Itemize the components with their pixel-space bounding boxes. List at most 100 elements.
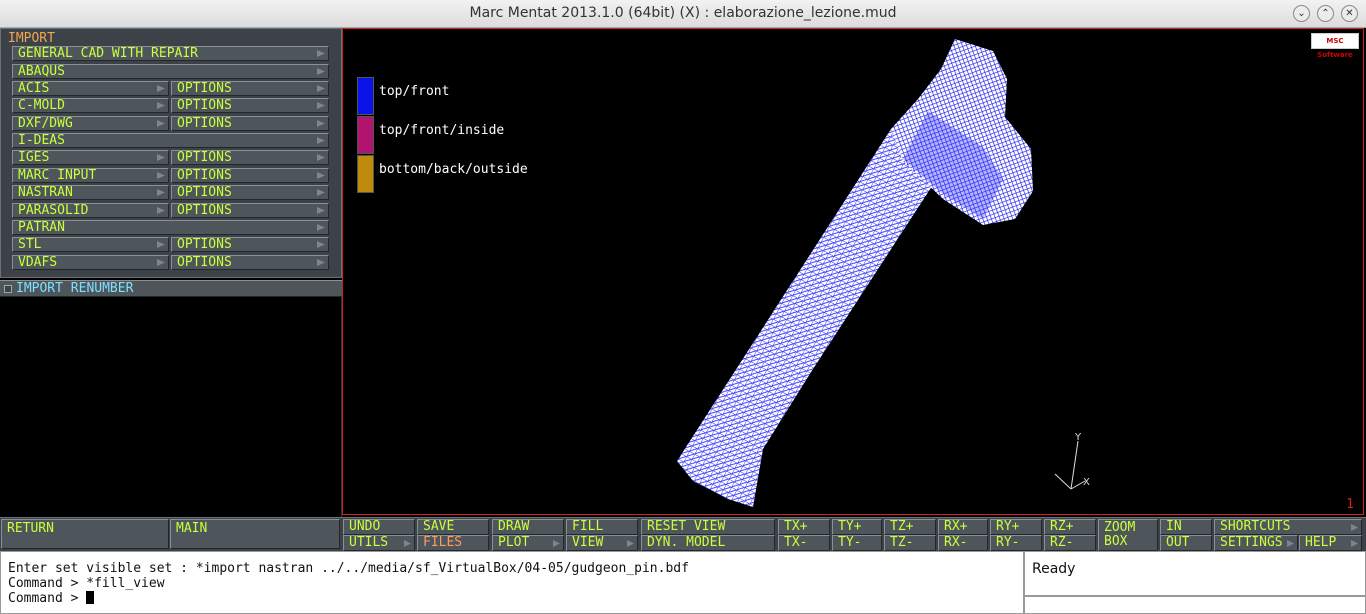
parasolid-label: PARASOLID bbox=[18, 203, 89, 218]
submenu-arrow-icon bbox=[553, 540, 560, 547]
tz-minus-label: TZ- bbox=[890, 535, 914, 550]
graphics-viewport[interactable]: MSC Software top/front top/front/inside … bbox=[342, 28, 1364, 515]
view-button[interactable]: VIEW bbox=[566, 535, 638, 551]
tx-minus-button[interactable]: TX- bbox=[778, 535, 830, 551]
stl-options-button[interactable]: OPTIONS bbox=[171, 237, 329, 252]
general-cad-button[interactable]: GENERAL CAD WITH REPAIR bbox=[12, 46, 329, 61]
marc-input-options-button[interactable]: OPTIONS bbox=[171, 168, 329, 183]
command-console[interactable]: Enter set visible set : *import nastran … bbox=[0, 551, 1024, 614]
tx-plus-button[interactable]: TX+ bbox=[778, 519, 830, 535]
nastran-button[interactable]: NASTRAN bbox=[12, 185, 169, 200]
zoom-in-button[interactable]: IN bbox=[1160, 519, 1212, 535]
stl-button[interactable]: STL bbox=[12, 237, 169, 252]
vdafs-label: VDAFS bbox=[18, 255, 58, 270]
view-number: 1 bbox=[1346, 497, 1354, 512]
shortcuts-button[interactable]: SHORTCUTS bbox=[1214, 519, 1362, 535]
ry-minus-button[interactable]: RY- bbox=[990, 535, 1042, 551]
ty-plus-label: TY+ bbox=[838, 519, 862, 534]
maximize-icon[interactable]: ⌃ bbox=[1317, 5, 1334, 22]
dyn-model-button[interactable]: DYN. MODEL bbox=[641, 535, 775, 551]
rx-plus-label: RX+ bbox=[944, 519, 968, 534]
acis-options-button[interactable]: OPTIONS bbox=[171, 81, 329, 96]
undo-label: UNDO bbox=[349, 519, 381, 534]
left-empty-area bbox=[0, 297, 342, 517]
nastran-options-button[interactable]: OPTIONS bbox=[171, 185, 329, 200]
zoom-out-button[interactable]: OUT bbox=[1160, 535, 1212, 551]
shortcuts-label: SHORTCUTS bbox=[1220, 519, 1291, 534]
ideas-button[interactable]: I-DEAS bbox=[12, 133, 329, 148]
rx-plus-button[interactable]: RX+ bbox=[938, 519, 988, 535]
axis-triad bbox=[1054, 440, 1086, 490]
main-button[interactable]: MAIN bbox=[170, 519, 340, 549]
iges-options-button[interactable]: OPTIONS bbox=[171, 150, 329, 165]
parasolid-button[interactable]: PARASOLID bbox=[12, 203, 169, 218]
abaqus-button[interactable]: ABAQUS bbox=[12, 64, 329, 79]
marc-input-button[interactable]: MARC INPUT bbox=[12, 168, 169, 183]
rz-minus-button[interactable]: RZ- bbox=[1044, 535, 1096, 551]
settings-button[interactable]: SETTINGS bbox=[1214, 535, 1298, 551]
options-label: OPTIONS bbox=[177, 150, 232, 165]
submenu-arrow-icon bbox=[317, 68, 325, 75]
import-renumber-toggle[interactable]: IMPORT RENUMBER bbox=[0, 280, 342, 297]
submenu-arrow-icon bbox=[317, 207, 325, 214]
options-label: OPTIONS bbox=[177, 203, 232, 218]
ty-minus-button[interactable]: TY- bbox=[832, 535, 882, 551]
submenu-arrow-icon bbox=[157, 120, 165, 127]
submenu-arrow-icon bbox=[157, 154, 165, 161]
return-label: RETURN bbox=[7, 521, 54, 536]
dxf-options-button[interactable]: OPTIONS bbox=[171, 116, 329, 131]
rz-plus-button[interactable]: RZ+ bbox=[1044, 519, 1096, 535]
mesh-model: Y X bbox=[677, 39, 1090, 507]
ty-plus-button[interactable]: TY+ bbox=[832, 519, 882, 535]
zoom-box-label: ZOOM BOX bbox=[1104, 520, 1136, 549]
general-cad-label: GENERAL CAD WITH REPAIR bbox=[18, 46, 199, 61]
plot-label: PLOT bbox=[498, 535, 530, 550]
acis-button[interactable]: ACIS bbox=[12, 81, 169, 96]
rx-minus-button[interactable]: RX- bbox=[938, 535, 988, 551]
cmold-button[interactable]: C-MOLD bbox=[12, 98, 169, 113]
submenu-arrow-icon bbox=[157, 241, 165, 248]
options-label: OPTIONS bbox=[177, 116, 232, 131]
utils-button[interactable]: UTILS bbox=[343, 535, 415, 551]
tz-minus-button[interactable]: TZ- bbox=[884, 535, 936, 551]
draw-button[interactable]: DRAW bbox=[492, 519, 564, 535]
parasolid-options-button[interactable]: OPTIONS bbox=[171, 203, 329, 218]
rz-minus-label: RZ- bbox=[1050, 535, 1074, 550]
files-label: FILES bbox=[423, 535, 463, 550]
options-label: OPTIONS bbox=[177, 168, 232, 183]
dxf-label: DXF/DWG bbox=[18, 116, 73, 131]
submenu-arrow-icon bbox=[1351, 524, 1358, 531]
cmold-options-button[interactable]: OPTIONS bbox=[171, 98, 329, 113]
help-button[interactable]: HELP bbox=[1299, 535, 1362, 551]
undo-button[interactable]: UNDO bbox=[343, 519, 415, 535]
ry-plus-button[interactable]: RY+ bbox=[990, 519, 1042, 535]
minimize-icon[interactable]: ⌄ bbox=[1293, 5, 1310, 22]
ideas-label: I-DEAS bbox=[18, 133, 65, 148]
save-button[interactable]: SAVE bbox=[417, 519, 489, 535]
vdafs-button[interactable]: VDAFS bbox=[12, 255, 169, 270]
status-secondary bbox=[1024, 596, 1366, 614]
ry-minus-label: RY- bbox=[996, 535, 1020, 550]
return-button[interactable]: RETURN bbox=[1, 519, 169, 549]
mesh-shaft bbox=[677, 129, 943, 507]
dxf-button[interactable]: DXF/DWG bbox=[12, 116, 169, 131]
cmold-label: C-MOLD bbox=[18, 98, 65, 113]
options-label: OPTIONS bbox=[177, 98, 232, 113]
patran-label: PATRAN bbox=[18, 220, 65, 235]
options-label: OPTIONS bbox=[177, 237, 232, 252]
import-menu-panel: IMPORT GENERAL CAD WITH REPAIR ABAQUS AC… bbox=[0, 28, 342, 278]
fill-button[interactable]: FILL bbox=[566, 519, 638, 535]
vdafs-options-button[interactable]: OPTIONS bbox=[171, 255, 329, 270]
zoom-box-button[interactable]: ZOOM BOX bbox=[1098, 519, 1158, 551]
patran-button[interactable]: PATRAN bbox=[12, 220, 329, 235]
command-prompt[interactable]: Command > bbox=[8, 591, 1016, 606]
close-icon[interactable]: ✕ bbox=[1341, 5, 1358, 22]
submenu-arrow-icon bbox=[157, 85, 165, 92]
tz-plus-button[interactable]: TZ+ bbox=[884, 519, 936, 535]
files-button[interactable]: FILES bbox=[417, 535, 489, 551]
iges-button[interactable]: IGES bbox=[12, 150, 169, 165]
checkbox-icon bbox=[4, 285, 12, 293]
reset-view-button[interactable]: RESET VIEW bbox=[641, 519, 775, 535]
status-text: Ready bbox=[1032, 561, 1076, 577]
plot-button[interactable]: PLOT bbox=[492, 535, 564, 551]
